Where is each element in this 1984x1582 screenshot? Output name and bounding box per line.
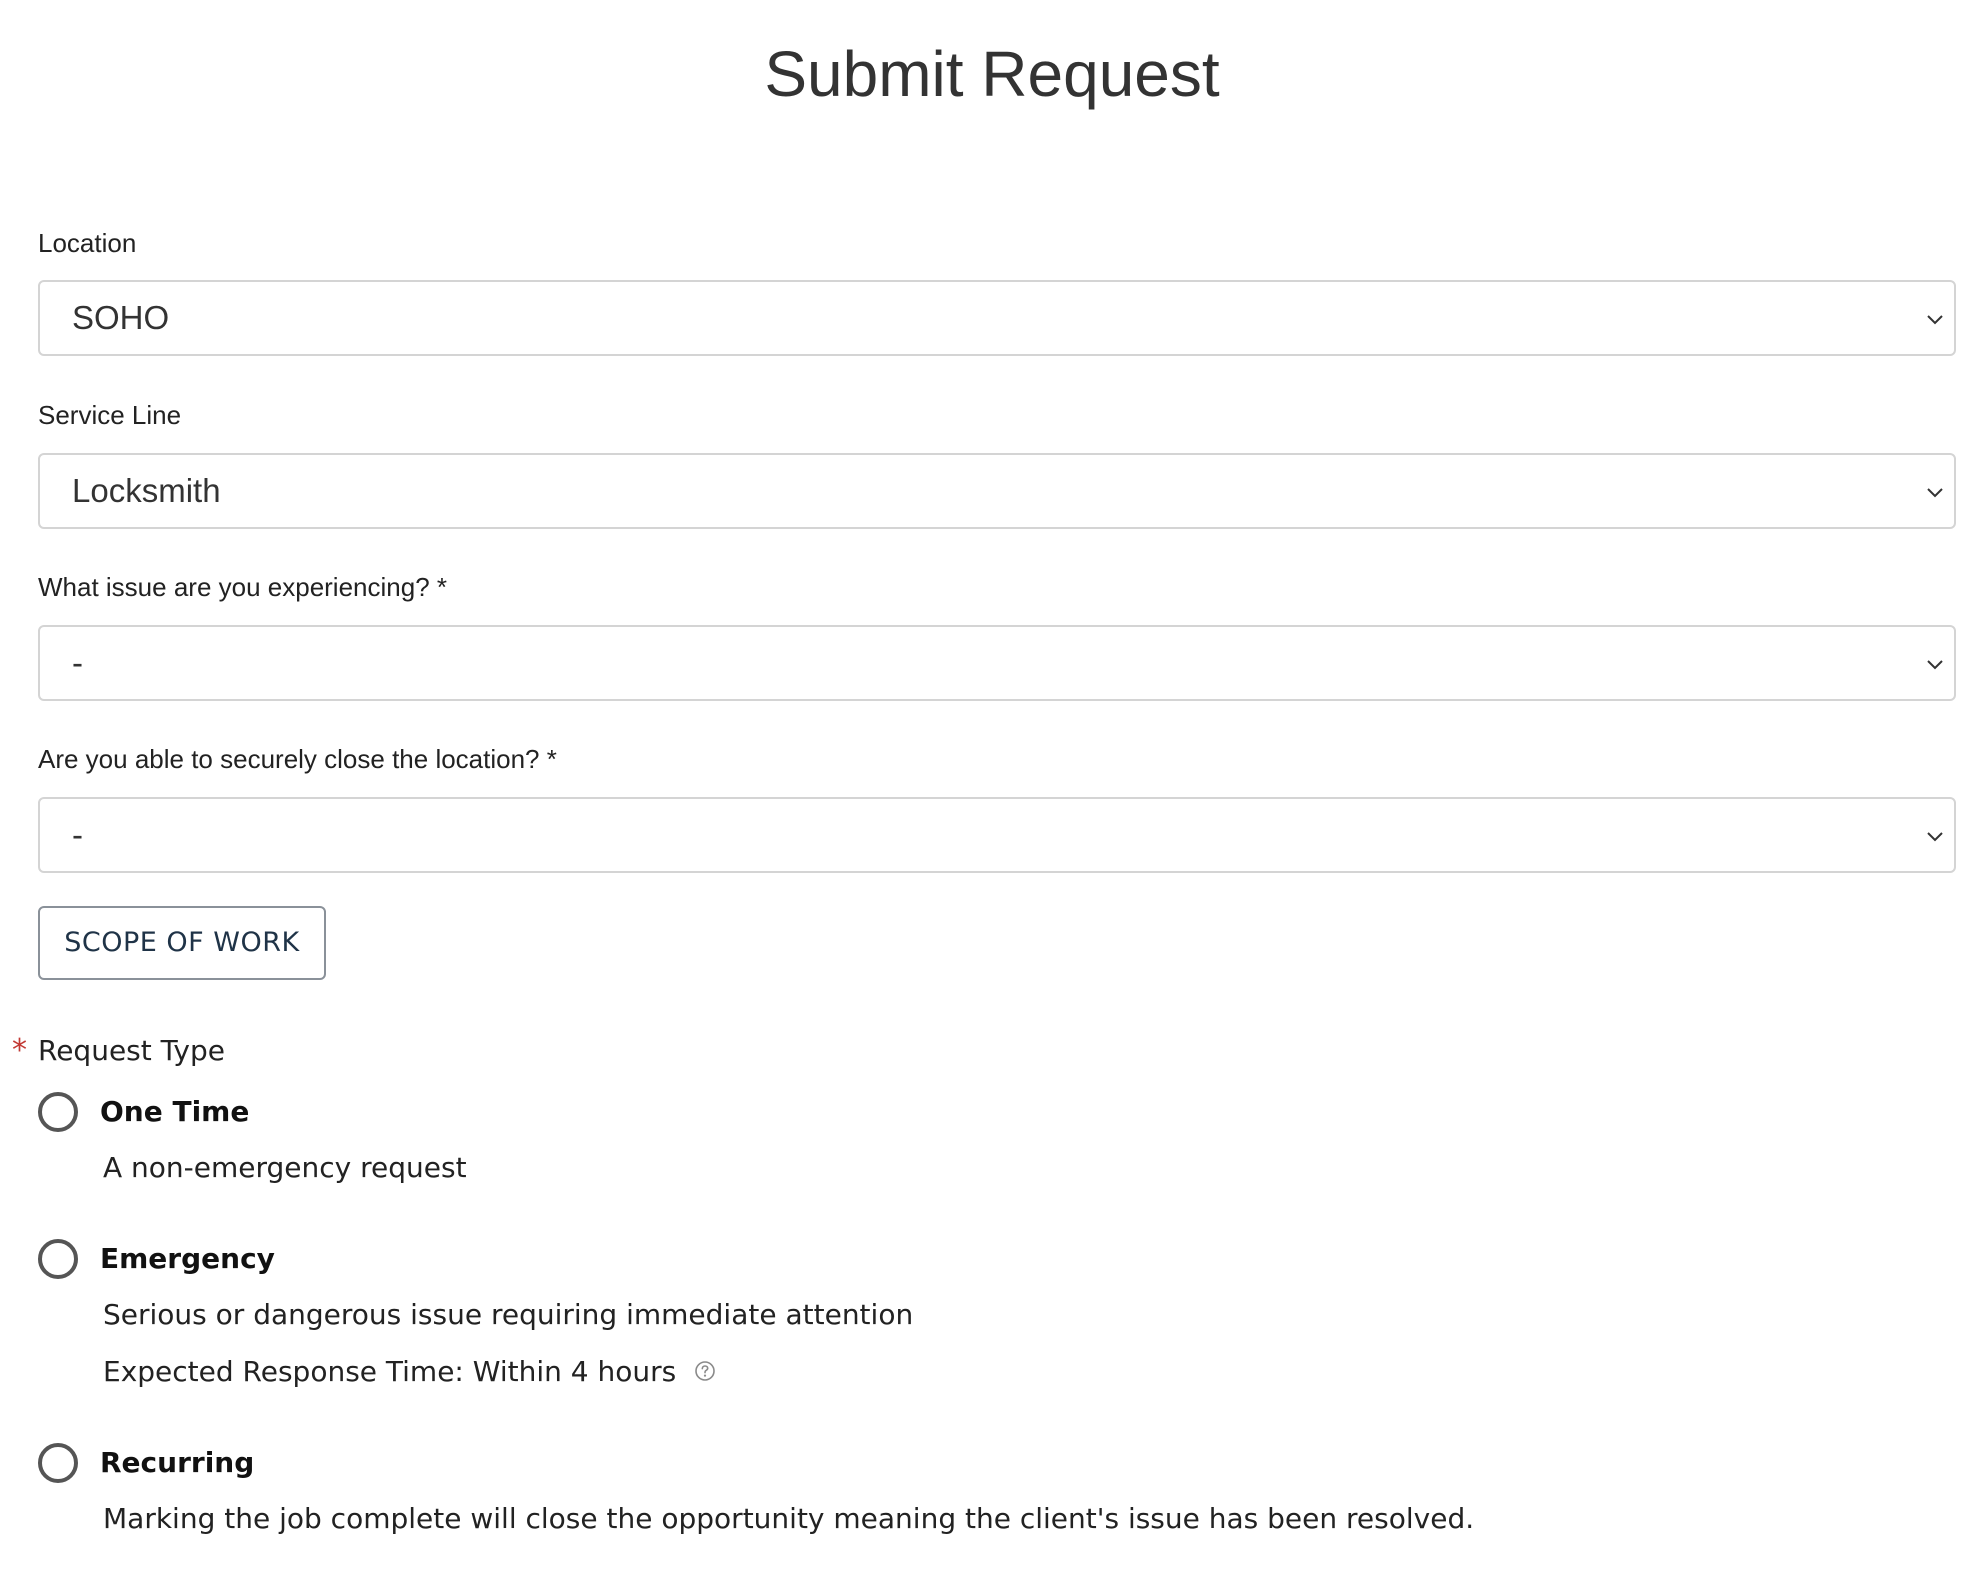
scope-of-work-button[interactable]: SCOPE OF WORK — [38, 906, 326, 980]
radio-option-recurring[interactable]: Recurring — [38, 1438, 1438, 1488]
page-title: Submit Request — [764, 38, 1220, 110]
chevron-down-icon — [1927, 832, 1943, 842]
service-line-select[interactable]: Locksmith — [38, 453, 1956, 529]
location-label: Location — [38, 228, 137, 258]
radio-button-emergency[interactable] — [38, 1239, 78, 1279]
location-select[interactable]: SOHO — [38, 280, 1956, 356]
chevron-down-icon — [1927, 660, 1943, 670]
question-circle-icon[interactable] — [694, 1360, 716, 1382]
radio-title-emergency: Emergency — [100, 1242, 275, 1275]
radio-description-one-time: A non-emergency request — [103, 1151, 467, 1184]
radio-title-one-time: One Time — [100, 1095, 250, 1128]
service-line-label: Service Line — [38, 400, 182, 430]
issue-select-value: - — [72, 644, 83, 681]
radio-title-recurring: Recurring — [100, 1446, 255, 1479]
radio-description-recurring: Marking the job complete will close the … — [103, 1502, 1475, 1535]
response-time-row: Expected Response Time: Within 4 hours — [103, 1354, 716, 1390]
required-marker: * — [12, 1033, 27, 1068]
radio-button-one-time[interactable] — [38, 1092, 78, 1132]
issue-select[interactable]: - — [38, 625, 1956, 701]
secure-close-select[interactable]: - — [38, 797, 1956, 873]
location-select-value: SOHO — [72, 299, 170, 336]
request-type-label: Request Type — [38, 1034, 225, 1067]
service-line-select-value: Locksmith — [72, 472, 221, 509]
radio-description-emergency: Serious or dangerous issue requiring imm… — [103, 1298, 914, 1331]
secure-close-label: Are you able to securely close the locat… — [38, 744, 557, 774]
radio-option-one-time[interactable]: One Time — [38, 1087, 1438, 1137]
radio-option-emergency[interactable]: Emergency — [38, 1234, 1438, 1284]
issue-label: What issue are you experiencing? * — [38, 572, 448, 602]
response-time-text: Expected Response Time: Within 4 hours — [103, 1355, 677, 1388]
secure-close-select-value: - — [72, 816, 83, 853]
chevron-down-icon — [1927, 488, 1943, 498]
radio-button-recurring[interactable] — [38, 1443, 78, 1483]
chevron-down-icon — [1927, 315, 1943, 325]
